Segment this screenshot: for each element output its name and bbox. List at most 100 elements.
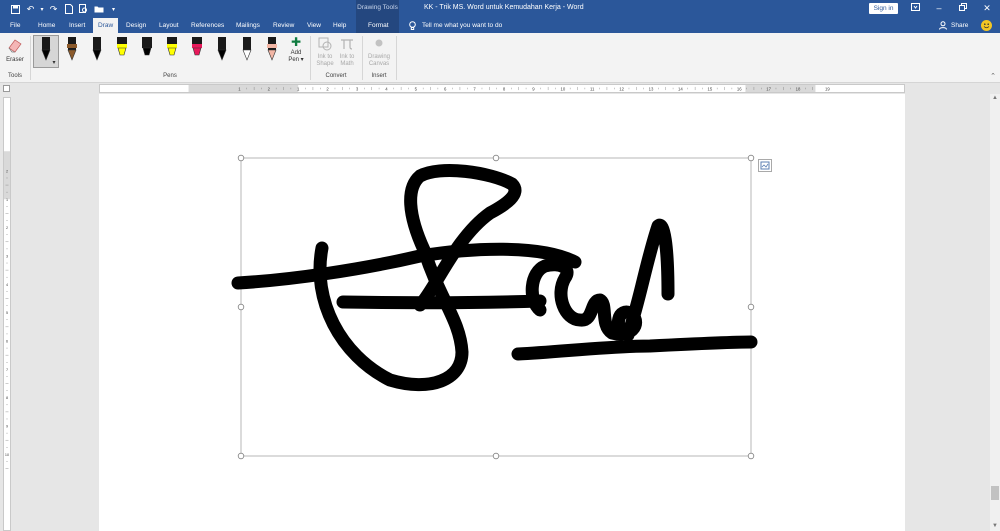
pen-pen-9-icon[interactable] bbox=[239, 36, 255, 64]
tab-references[interactable]: References bbox=[191, 18, 224, 33]
tell-me-search[interactable]: Tell me what you want to do bbox=[409, 18, 502, 33]
ruler-tick-label: 18 bbox=[796, 86, 801, 91]
ruler-tick-label: 10 bbox=[560, 86, 565, 91]
group-tools-label: Tools bbox=[7, 73, 22, 79]
ruler-tick-label: 1 bbox=[6, 198, 8, 202]
title-bar: ↶ ▾ ↷ ▾ Drawing Tools KK - Trik MS. Word… bbox=[0, 0, 1000, 33]
pen-highlighter-6-icon[interactable] bbox=[164, 36, 180, 64]
save-icon[interactable] bbox=[9, 3, 22, 16]
share-label: Share bbox=[951, 22, 969, 29]
lightbulb-icon bbox=[409, 20, 416, 30]
scroll-down-icon[interactable]: ▼ bbox=[990, 522, 1000, 531]
ruler-tick-label: 15 bbox=[707, 86, 712, 91]
ruler-tick-label: 4 bbox=[385, 86, 388, 91]
ruler-tick-label: 10 bbox=[5, 453, 9, 457]
horizontal-ruler: 1 2 1 2 3 4 5 6 7 8 9 10 11 12 13 14 15 16 17 18 19 bbox=[99, 84, 905, 93]
ruler-tick-label: 2 bbox=[6, 169, 8, 173]
ruler-tick-label: 12 bbox=[619, 86, 624, 91]
pen-pen-3-icon[interactable] bbox=[89, 36, 105, 64]
tab-format[interactable]: Format bbox=[368, 18, 389, 33]
collapse-ribbon-icon[interactable]: ⌃ bbox=[988, 71, 998, 83]
minimize-icon[interactable]: – bbox=[931, 2, 947, 14]
tab-selector[interactable] bbox=[3, 85, 10, 92]
tab-review[interactable]: Review bbox=[273, 18, 294, 33]
pen-dropdown-chevron-icon[interactable]: ▾ bbox=[50, 60, 58, 67]
ruler-tick-label: 5 bbox=[415, 86, 418, 91]
scroll-up-icon[interactable]: ▲ bbox=[990, 94, 1000, 103]
pi-math-icon bbox=[341, 39, 353, 50]
tab-view[interactable]: View bbox=[307, 18, 321, 33]
chevron-down-icon[interactable]: ▾ bbox=[39, 3, 45, 16]
pen-marker-5-icon[interactable] bbox=[139, 36, 155, 64]
vertical-ruler: 2 1 2 3 4 5 6 7 8 9 10 bbox=[3, 97, 11, 531]
ink-to-math-button[interactable]: Ink to Math bbox=[336, 36, 358, 72]
scroll-thumb[interactable] bbox=[991, 486, 999, 500]
ruler-tick-label: 16 bbox=[737, 86, 742, 91]
ruler-tick-label: 1 bbox=[297, 86, 300, 91]
tab-home[interactable]: Home bbox=[38, 18, 55, 33]
group-separator bbox=[310, 36, 311, 80]
close-icon[interactable]: ✕ bbox=[979, 2, 995, 14]
pen-highlighter-7-icon[interactable] bbox=[189, 36, 205, 64]
ruler-tick-label: 13 bbox=[649, 86, 654, 91]
tab-mailings[interactable]: Mailings bbox=[236, 18, 260, 33]
group-separator bbox=[396, 36, 397, 80]
eraser-icon bbox=[8, 39, 22, 53]
group-pens-label: Pens bbox=[163, 73, 177, 79]
ruler-row: 1 2 1 2 3 4 5 6 7 8 9 10 11 12 13 14 15 16 17 18 19 bbox=[0, 83, 1000, 94]
tab-help[interactable]: Help bbox=[333, 18, 346, 33]
ruler-tick-label: 3 bbox=[6, 254, 8, 258]
ruler-tick-label: 3 bbox=[356, 86, 359, 91]
ribbon-draw: Eraser Tools ▾ ✚ Add Pen ▾ Pens Ink to Sha… bbox=[0, 33, 1000, 83]
drawing-canvas-button[interactable]: Drawing Canvas bbox=[367, 36, 391, 72]
feedback-smiley-icon[interactable] bbox=[981, 20, 992, 31]
pen-pencil-2-icon[interactable] bbox=[64, 36, 80, 64]
ink-to-shape-button[interactable]: Ink to Shape bbox=[314, 36, 336, 72]
ruler-tick-label: 9 bbox=[6, 425, 8, 429]
tell-me-text: Tell me what you want to do bbox=[422, 22, 503, 29]
ruler-tick-label: 14 bbox=[678, 86, 683, 91]
vertical-scrollbar[interactable]: ▲ ▼ bbox=[990, 94, 1000, 531]
ruler-tick-label: 2 bbox=[326, 86, 329, 91]
restore-icon[interactable] bbox=[955, 2, 971, 14]
ruler-tick-label: 6 bbox=[6, 340, 8, 344]
layout-options-button[interactable] bbox=[758, 159, 772, 172]
open-folder-icon[interactable] bbox=[92, 3, 105, 16]
ruler-tick-label: 6 bbox=[444, 86, 447, 91]
undo-icon[interactable]: ↶ bbox=[24, 3, 37, 16]
ruler-tick-label: 8 bbox=[503, 86, 506, 91]
tab-draw[interactable]: Draw bbox=[93, 18, 119, 33]
sign-in-button[interactable]: Sign in bbox=[869, 3, 898, 14]
group-separator bbox=[362, 36, 363, 80]
tab-insert[interactable]: Insert bbox=[69, 18, 85, 33]
tab-design[interactable]: Design bbox=[126, 18, 146, 33]
ruler-tick-label: 7 bbox=[6, 368, 8, 372]
ruler-tick-label: 8 bbox=[6, 396, 8, 400]
group-insert-label: Insert bbox=[371, 73, 387, 79]
ruler-tick-label: 11 bbox=[590, 86, 595, 91]
new-document-icon[interactable] bbox=[62, 3, 75, 16]
redo-icon[interactable]: ↷ bbox=[47, 3, 60, 16]
ruler-tick-label: 2 bbox=[6, 226, 8, 230]
eraser-label: Eraser bbox=[6, 57, 24, 63]
document-title: KK - Trik MS. Word untuk Kemudahan Kerja… bbox=[424, 4, 584, 11]
share-button[interactable]: Share bbox=[939, 18, 968, 33]
person-icon bbox=[939, 21, 947, 30]
contextual-group-label: Drawing Tools bbox=[357, 4, 398, 11]
ruler-tick-label: 9 bbox=[532, 86, 535, 91]
add-pen-button[interactable]: ✚ Add Pen ▾ bbox=[285, 36, 307, 72]
ruler-tick-label: 7 bbox=[473, 86, 476, 91]
eraser-button[interactable]: Eraser bbox=[4, 36, 26, 68]
ribbon-display-options-icon[interactable] bbox=[907, 2, 923, 14]
ruler-tick-label: 4 bbox=[6, 283, 8, 287]
tab-layout[interactable]: Layout bbox=[159, 18, 179, 33]
tab-file[interactable]: File bbox=[10, 18, 20, 33]
document-page bbox=[99, 94, 905, 531]
plus-icon: ✚ bbox=[290, 35, 302, 49]
pen-highlighter-4-icon[interactable] bbox=[114, 36, 130, 64]
pen-pen-8-icon[interactable] bbox=[214, 36, 230, 64]
print-preview-icon[interactable] bbox=[77, 3, 90, 16]
customize-icon[interactable]: ▾ bbox=[107, 3, 120, 16]
ruler-tick-label: 5 bbox=[6, 311, 8, 315]
pen-pencil-10-icon[interactable] bbox=[264, 36, 280, 64]
